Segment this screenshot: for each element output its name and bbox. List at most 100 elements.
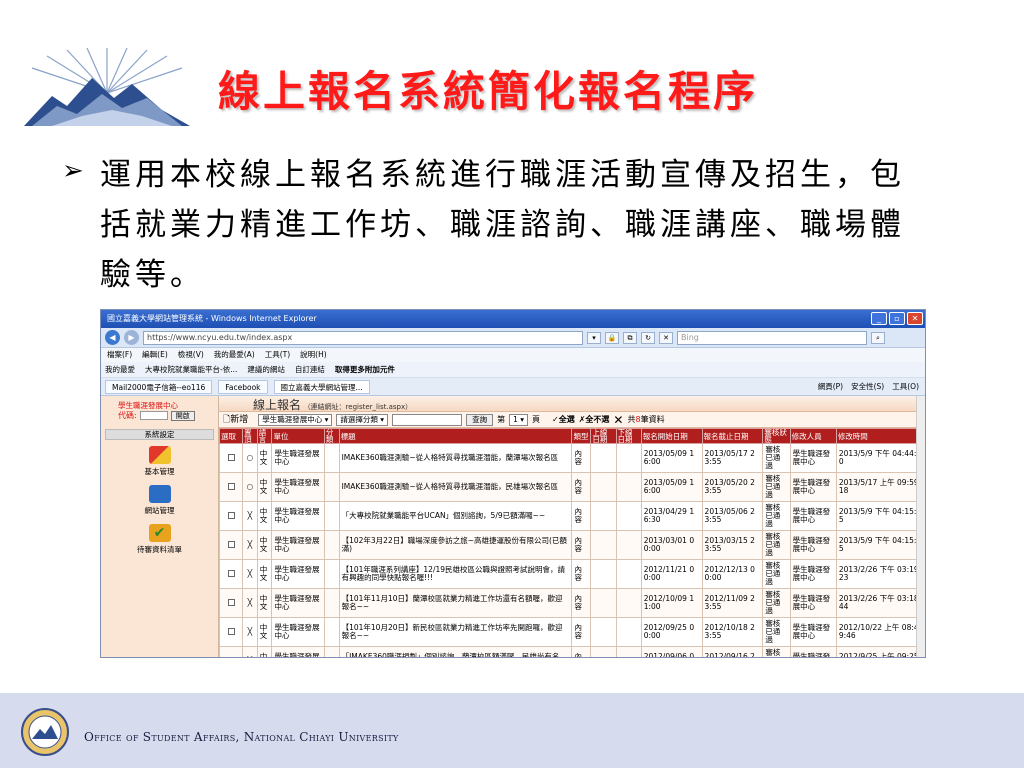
unit-select[interactable]: 學生職涯發展中心 ▾: [258, 413, 333, 426]
favorite-link-ucan[interactable]: 大專校院就業職能平台-依...: [145, 362, 237, 377]
new-button[interactable]: 🗋新增: [223, 412, 248, 428]
row-pin[interactable]: ╳: [242, 530, 258, 560]
compat-icon[interactable]: ⧉: [623, 331, 637, 344]
computer-icon: [148, 485, 171, 503]
row-status[interactable]: 審核已通過: [762, 530, 791, 560]
row-status[interactable]: 審核已通過: [762, 559, 791, 589]
stop-icon[interactable]: ✕: [659, 331, 673, 344]
dropdown-icon[interactable]: ▾: [587, 331, 601, 344]
row-pin[interactable]: ╳: [242, 646, 258, 657]
menu-file[interactable]: 檔案(F): [107, 348, 132, 362]
favorites-button[interactable]: 我的最愛: [105, 362, 135, 377]
url-input[interactable]: https://www.ncyu.edu.tw/index.aspx: [143, 330, 583, 345]
row-checkbox[interactable]: [219, 588, 244, 618]
table-row[interactable]: ╳ 中文 學生職涯發展中心 【101年10月20日】新民校區就業力精進工作坊率先…: [219, 617, 925, 647]
page-select[interactable]: 1 ▾: [509, 413, 529, 426]
maximize-button[interactable]: ▫: [889, 312, 905, 325]
col-status[interactable]: 審核狀態: [762, 428, 791, 444]
col-reg-start[interactable]: 報名開始日期: [640, 428, 703, 444]
col-pin[interactable]: 置頂: [242, 428, 258, 444]
row-status[interactable]: 審核已通過: [762, 443, 791, 473]
row-title[interactable]: IMAKE360職涯測驗~從人格特質尋找職涯潛能，蘭潭場次報名區: [338, 443, 573, 473]
menu-tools[interactable]: 工具(T): [265, 348, 290, 362]
col-title[interactable]: 標題: [338, 428, 573, 444]
favorite-link-suggested[interactable]: 建議的網站: [247, 362, 285, 377]
safety-menu[interactable]: 安全性(S): [851, 381, 884, 392]
row-title[interactable]: 【101年職涯系列講座】12/19民雄校區公職與證照考試說明會，請有興趣的同學快…: [338, 559, 573, 589]
minimize-button[interactable]: _: [871, 312, 887, 325]
row-pin[interactable]: ╳: [242, 588, 258, 618]
row-pin[interactable]: ╳: [242, 559, 258, 589]
table-row[interactable]: ╳ 中文 學生職涯發展中心 【101年職涯系列講座】12/19民雄校區公職與證照…: [219, 559, 925, 589]
menu-edit[interactable]: 編輯(E): [142, 348, 168, 362]
keyword-input[interactable]: [392, 413, 463, 426]
col-lang[interactable]: 語言: [256, 428, 273, 444]
query-button[interactable]: 查詢: [466, 413, 494, 426]
table-row[interactable]: ╳ 中文 學生職涯發展中心 【102年3月22日】職場深度參訪之旅~高雄捷運股份…: [219, 530, 925, 560]
col-type[interactable]: 類型: [571, 428, 592, 444]
delete-icon[interactable]: ✕: [613, 413, 623, 427]
vertical-scrollbar[interactable]: [916, 396, 925, 657]
tools-menu[interactable]: 工具(O): [892, 381, 919, 392]
table-row[interactable]: ○ 中文 學生職涯發展中心 IMAKE360職涯測驗~從人格特質尋找職涯潛能，蘭…: [219, 443, 925, 473]
table-row[interactable]: ╳ 中文 學生職涯發展中心 「IMAKE360職涯規劃」個別諮詢，蘭潭校區額滿囉…: [219, 646, 925, 657]
select-all-button[interactable]: ✓全選: [552, 414, 575, 425]
back-icon[interactable]: ◀: [105, 330, 120, 345]
row-title[interactable]: 「大專校院就業職能平台UCAN」個別諮詢，5/9已額滿囉~~: [338, 501, 573, 531]
row-checkbox[interactable]: [219, 559, 244, 589]
search-icon[interactable]: ⌕: [871, 331, 885, 344]
menu-favorites[interactable]: 我的最愛(A): [214, 348, 255, 362]
row-status[interactable]: 審核已通過: [762, 588, 791, 618]
row-checkbox[interactable]: [219, 530, 244, 560]
favorite-link-addons[interactable]: 取得更多附加元件: [335, 362, 395, 377]
row-pin[interactable]: ○: [242, 443, 258, 473]
refresh-icon[interactable]: ↻: [641, 331, 655, 344]
table-row[interactable]: ╳ 中文 學生職涯發展中心 【101年11月10日】蘭潭校區就業力精進工作坊還有…: [219, 588, 925, 618]
row-title[interactable]: 【101年11月10日】蘭潭校區就業力精進工作坊還有名額喔，歡迎報名~~: [338, 588, 573, 618]
row-status[interactable]: 審核已通過: [762, 501, 791, 531]
close-button[interactable]: ✕: [907, 312, 923, 325]
col-unit[interactable]: 單位: [271, 428, 325, 444]
tab-mail[interactable]: Mail2000電子信箱--eo116: [105, 379, 213, 394]
table-row[interactable]: ○ 中文 學生職涯發展中心 IMAKE360職涯測驗~從人格特質尋找職涯潛能，民…: [219, 472, 925, 502]
row-checkbox[interactable]: [219, 617, 244, 647]
sidebar-item-website[interactable]: 網站管理: [101, 485, 218, 516]
row-status[interactable]: 審核已通過: [762, 472, 791, 502]
row-status[interactable]: 審核已通過: [762, 646, 791, 657]
table-body: ○ 中文 學生職涯發展中心 IMAKE360職涯測驗~從人格特質尋找職涯潛能，蘭…: [219, 443, 925, 657]
menu-help[interactable]: 說明(H): [300, 348, 327, 362]
row-title[interactable]: 「IMAKE360職涯規劃」個別諮詢，蘭潭校區額滿囉，民雄尚有名額，請把握~~: [338, 646, 573, 657]
row-title[interactable]: 【102年3月22日】職場深度參訪之旅~高雄捷運股份有限公司(已額滿): [338, 530, 573, 560]
tab-facebook[interactable]: Facebook: [218, 379, 268, 394]
row-title[interactable]: IMAKE360職涯測驗~從人格特質尋找職涯潛能，民雄場次報名區: [338, 472, 573, 502]
code-input[interactable]: [139, 411, 168, 420]
table-row[interactable]: ╳ 中文 學生職涯發展中心 「大專校院就業職能平台UCAN」個別諮詢，5/9已額…: [219, 501, 925, 531]
col-editor[interactable]: 修改人員: [789, 428, 837, 444]
row-checkbox[interactable]: [219, 501, 244, 531]
col-select[interactable]: 選取: [219, 428, 244, 444]
col-modified[interactable]: 修改時間: [835, 428, 925, 444]
col-online[interactable]: 上線日期: [590, 428, 617, 444]
deselect-all-button[interactable]: ✗全不選: [579, 414, 610, 425]
sidebar-item-basic[interactable]: 基本管理: [101, 446, 218, 477]
col-reg-end[interactable]: 報名截止日期: [701, 428, 764, 444]
sidebar-item-pending[interactable]: ✔ 待審資料清單: [101, 524, 218, 555]
menu-view[interactable]: 檢視(V): [178, 348, 204, 362]
search-input[interactable]: Bing: [677, 330, 867, 345]
col-offline[interactable]: 下線日期: [615, 428, 642, 444]
favorite-link-custom[interactable]: 自訂連結: [295, 362, 325, 377]
forward-icon[interactable]: ▶: [124, 330, 139, 345]
col-category[interactable]: 分類: [323, 428, 340, 444]
tab-ncyu[interactable]: 國立嘉義大學網站管理...: [273, 379, 370, 394]
row-pin[interactable]: ╳: [242, 617, 258, 647]
open-button[interactable]: 開啟: [170, 410, 195, 421]
page-menu[interactable]: 網頁(P): [818, 381, 843, 392]
row-pin[interactable]: ╳: [242, 501, 258, 531]
row-checkbox[interactable]: [219, 443, 244, 473]
category-select[interactable]: 請選擇分類 ▾: [336, 413, 389, 426]
row-pin[interactable]: ○: [242, 472, 258, 502]
row-title[interactable]: 【101年10月20日】新民校區就業力精進工作坊率先開跑囉，歡迎報名~~: [338, 617, 573, 647]
row-checkbox[interactable]: [219, 472, 244, 502]
row-status[interactable]: 審核已通過: [762, 617, 791, 647]
row-checkbox[interactable]: [219, 646, 244, 657]
